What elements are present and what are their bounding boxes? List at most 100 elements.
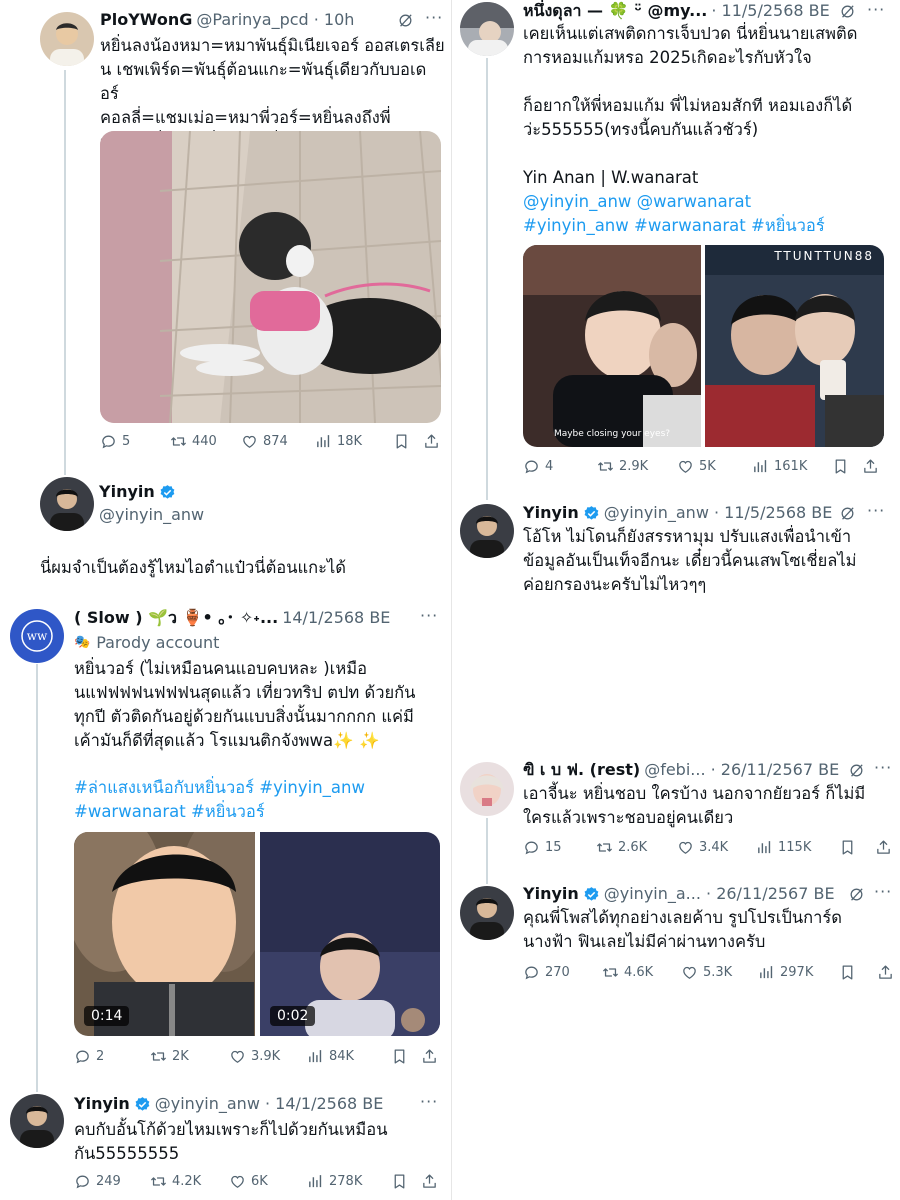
author-handle[interactable]: · 11/5/2568 BE <box>711 1 829 21</box>
like-button[interactable]: 5K <box>677 458 752 475</box>
share-button[interactable] <box>877 964 894 981</box>
author-name[interactable]: ( Slow ) 🌱ว 🏺• ｡･ ✧˖... <box>74 608 278 628</box>
share-button[interactable] <box>862 458 879 475</box>
like-button[interactable]: 5.3K <box>681 964 758 981</box>
more-icon[interactable]: ··· <box>874 758 892 777</box>
share-button[interactable] <box>421 1048 438 1065</box>
avatar[interactable] <box>40 12 94 66</box>
like-button[interactable]: 874 <box>241 433 315 450</box>
author-name[interactable]: PloYWonG <box>100 10 192 30</box>
verified-icon <box>134 1096 151 1113</box>
retweet-button[interactable]: 2.6K <box>596 839 677 856</box>
author-handle[interactable]: @yinyin_a... · 26/11/2567 BE <box>604 884 835 904</box>
grok-icon[interactable] <box>848 886 865 903</box>
hashtags[interactable]: #ล่าแสงเหนือกับหยิ่นวอร์ #yinyin_anw #wa… <box>74 776 444 824</box>
share-icon <box>877 964 894 981</box>
more-icon[interactable]: ··· <box>425 8 443 27</box>
author-handle[interactable]: @yinyin_anw · 14/1/2568 BE <box>155 1094 384 1114</box>
video-thumbnail-1[interactable]: 0:14 <box>74 832 255 1036</box>
author-handle[interactable]: 14/1/2568 BE <box>282 608 390 628</box>
photo-2[interactable]: TTUNTTUN88 <box>705 245 884 447</box>
views-button[interactable]: 297K <box>758 964 839 981</box>
like-button[interactable]: 6K <box>229 1173 307 1190</box>
retweet-button[interactable]: 2K <box>150 1048 229 1065</box>
retweet-icon <box>170 433 187 450</box>
photo-1[interactable]: Maybe closing your eyes? <box>523 245 701 447</box>
views-icon <box>315 433 332 450</box>
author-handle[interactable]: @yinyin_anw · 11/5/2568 BE <box>604 503 833 523</box>
retweet-button[interactable]: 4.6K <box>602 964 681 981</box>
avatar[interactable] <box>460 762 514 816</box>
share-button[interactable] <box>875 839 892 856</box>
like-icon <box>241 433 258 450</box>
bookmark-icon <box>393 433 410 450</box>
grok-icon[interactable] <box>839 505 856 522</box>
views-button[interactable]: 278K <box>307 1173 391 1190</box>
author-name[interactable]: Yinyin <box>74 1094 130 1114</box>
grok-icon[interactable] <box>839 3 856 20</box>
views-button[interactable]: 18K <box>315 433 393 450</box>
retweet-button[interactable]: 440 <box>170 433 241 450</box>
author-name[interactable]: ฃิ เ บ ฟ. (rest) <box>523 760 640 780</box>
bookmark-button[interactable] <box>391 1173 421 1190</box>
share-button[interactable] <box>421 1173 438 1190</box>
retweet-icon <box>150 1048 167 1065</box>
like-icon <box>229 1173 246 1190</box>
author-name[interactable]: Yinyin <box>523 884 579 904</box>
more-icon[interactable]: ··· <box>420 1092 438 1111</box>
retweet-button[interactable]: 4.2K <box>150 1173 229 1190</box>
author-handle[interactable]: @febi... · 26/11/2567 BE <box>644 760 839 780</box>
avatar[interactable] <box>460 886 514 940</box>
like-icon <box>677 839 694 856</box>
views-button[interactable]: 84K <box>307 1048 391 1065</box>
reply-button[interactable]: 4 <box>523 458 597 475</box>
views-icon <box>307 1173 324 1190</box>
more-icon[interactable]: ··· <box>867 501 885 520</box>
avatar[interactable]: ww <box>10 609 64 663</box>
grok-icon[interactable] <box>397 12 414 29</box>
more-icon[interactable]: ··· <box>874 882 892 901</box>
reply-button[interactable]: 5 <box>100 433 170 450</box>
avatar[interactable] <box>460 504 514 558</box>
author-name[interactable]: Yinyin <box>523 503 579 523</box>
bookmark-icon <box>391 1048 408 1065</box>
retweet-button[interactable]: 2.9K <box>597 458 677 475</box>
mentions-hashtags[interactable]: @yinyin_anw @warwanarat #yinyin_anw #war… <box>523 190 895 238</box>
avatar[interactable] <box>460 2 514 56</box>
reply-button[interactable]: 270 <box>523 964 602 981</box>
grok-icon[interactable] <box>848 762 865 779</box>
reply-icon <box>523 839 540 856</box>
author-handle[interactable]: @yinyin_anw <box>99 505 204 525</box>
author-name[interactable]: หนึ่งดุลา — 🍀 ᵕ̈ @my... <box>523 1 707 21</box>
avatar[interactable] <box>40 477 94 531</box>
more-icon[interactable]: ··· <box>420 606 438 625</box>
reply-button[interactable]: 2 <box>74 1048 150 1065</box>
retweet-icon <box>596 839 613 856</box>
views-button[interactable]: 161K <box>752 458 832 475</box>
dog-photo[interactable] <box>100 131 441 423</box>
tweet-actions: 249 4.2K 6K 278K <box>74 1173 440 1190</box>
verified-icon <box>583 886 600 903</box>
bookmark-icon <box>839 839 856 856</box>
video-thumbnail-2[interactable]: 0:02 <box>260 832 440 1036</box>
retweet-icon <box>602 964 619 981</box>
like-button[interactable]: 3.4K <box>677 839 756 856</box>
like-button[interactable]: 3.9K <box>229 1048 307 1065</box>
tweet-header: Yinyin <box>99 482 176 502</box>
bookmark-button[interactable] <box>393 433 423 450</box>
reply-button[interactable]: 249 <box>74 1173 150 1190</box>
author-name[interactable]: Yinyin <box>99 482 155 502</box>
share-button[interactable] <box>423 433 440 450</box>
bookmark-button[interactable] <box>839 964 877 981</box>
bookmark-button[interactable] <box>839 839 875 856</box>
tweet-text: เคยเห็นแต่เสพติดการเจ็บปวด นี่หยิ่นนายเส… <box>523 24 858 187</box>
author-handle[interactable]: @Parinya_pcd · 10h <box>196 10 354 30</box>
avatar[interactable] <box>10 1094 64 1148</box>
more-icon[interactable]: ··· <box>867 0 885 19</box>
thread-line <box>486 58 488 500</box>
views-button[interactable]: 115K <box>756 839 839 856</box>
views-icon <box>758 964 775 981</box>
bookmark-button[interactable] <box>832 458 862 475</box>
bookmark-button[interactable] <box>391 1048 421 1065</box>
reply-button[interactable]: 15 <box>523 839 596 856</box>
